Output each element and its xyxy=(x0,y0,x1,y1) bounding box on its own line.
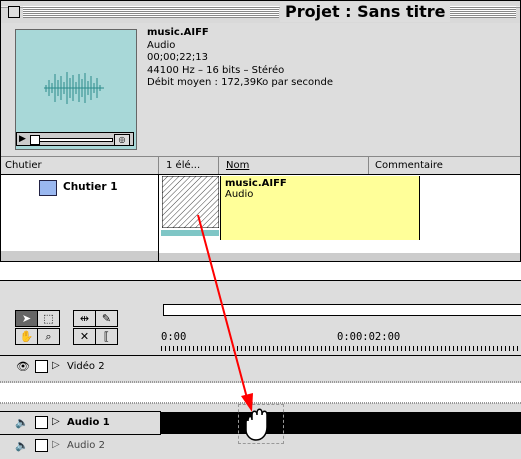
drag-arrow xyxy=(197,214,253,412)
